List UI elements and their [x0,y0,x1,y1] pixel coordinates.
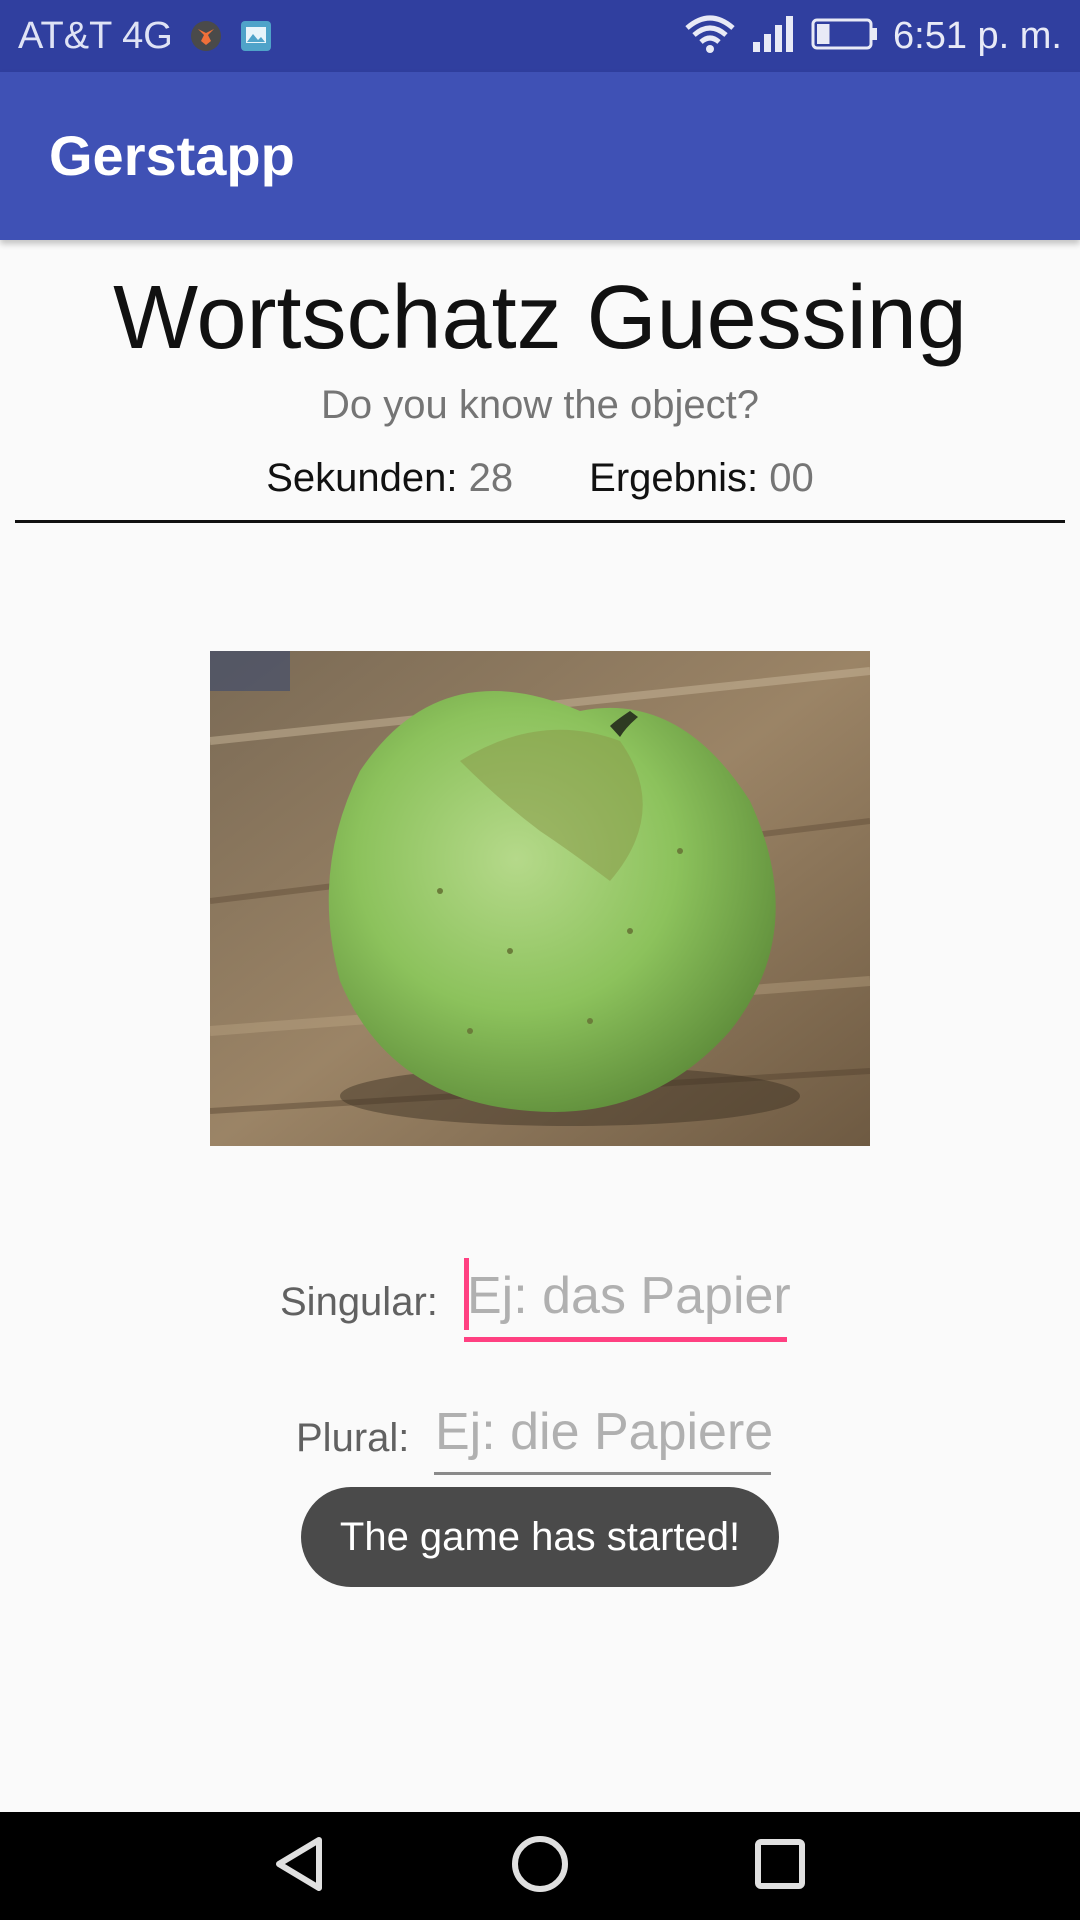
status-time: 6:51 p. m. [893,14,1062,57]
battery-icon [811,16,879,57]
carrier-label: AT&T 4G [18,14,173,57]
game-subtitle: Do you know the object? [320,383,760,427]
singular-input[interactable]: Ej: das Papier [467,1264,791,1328]
object-image [210,651,870,1146]
score-label: Ergebnis: [589,456,759,500]
header-divider [15,520,1065,523]
recents-button[interactable] [720,1812,840,1920]
singular-label: Singular: [280,1280,438,1324]
toast-message: The game has started! [301,1487,779,1587]
score-value: 00 [769,456,814,500]
status-right: 6:51 p. m. [683,0,1062,72]
app-bar: Gerstapp [0,72,1080,240]
app-title: Gerstapp [49,124,295,187]
text-cursor [464,1258,469,1330]
plural-input[interactable]: Ej: die Papiere [435,1400,775,1464]
plural-underline [434,1472,771,1475]
stats-row: Sekunden: 28 Ergebnis: 00 [0,452,1080,504]
fox-notification-icon [189,19,223,53]
seconds-stat: Sekunden: 28 [266,452,513,504]
wifi-icon [683,14,737,59]
singular-underline [464,1337,787,1342]
status-bar: AT&T 4G 6:51 p. m. [0,0,1080,72]
score-stat: Ergebnis: 00 [589,452,814,504]
game-title: Wortschatz Guessing [113,268,967,368]
back-icon [271,1834,327,1899]
status-left: AT&T 4G [18,0,273,72]
navigation-bar [0,1812,1080,1920]
recents-icon [753,1837,807,1896]
seconds-label: Sekunden: [266,456,458,500]
plural-label: Plural: [296,1416,410,1460]
gallery-notification-icon [239,19,273,53]
home-button[interactable] [480,1812,600,1920]
home-icon [510,1834,570,1899]
signal-icon [751,14,797,59]
back-button[interactable] [239,1812,359,1920]
seconds-value: 28 [468,456,514,500]
